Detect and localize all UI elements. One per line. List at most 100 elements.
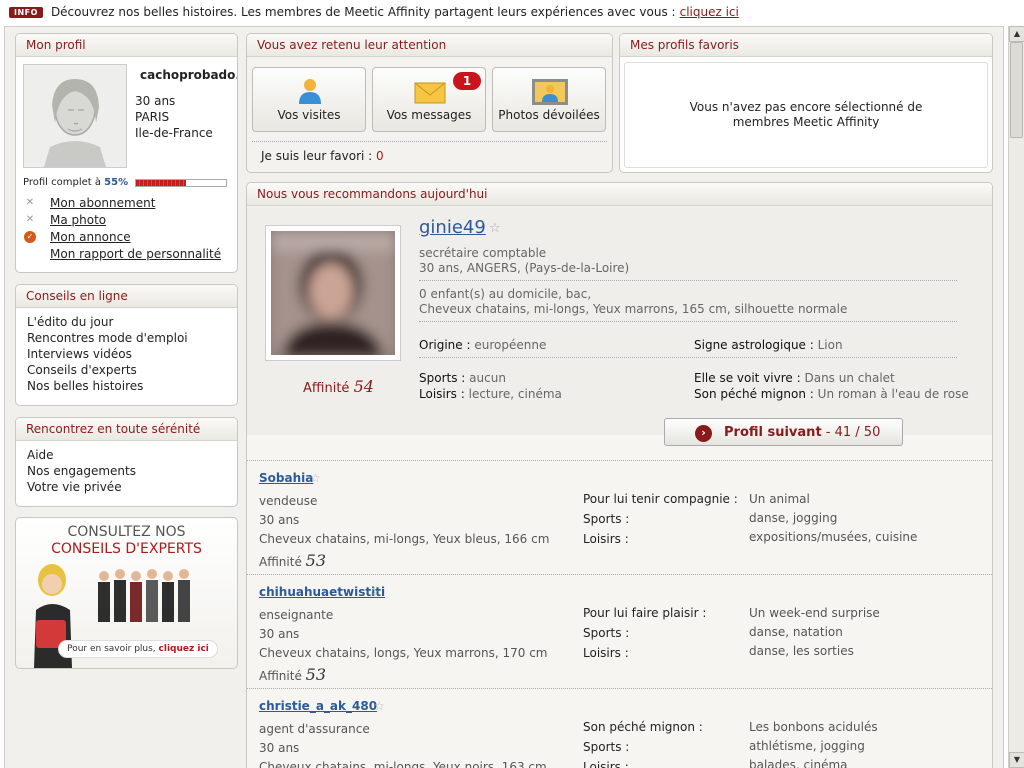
profile-link-row[interactable]: ✕ Mon abonnement xyxy=(24,194,224,211)
conseils-panel-title: Conseils en ligne xyxy=(16,285,237,308)
featured-photo[interactable] xyxy=(265,225,401,361)
list-item-key: Pour lui faire plaisir : xyxy=(583,606,707,620)
featured-origine: Origine : européenne xyxy=(419,338,547,352)
profile-age: 30 ans xyxy=(135,94,176,108)
featured-affinity-label: Affinité xyxy=(303,381,350,396)
favori-value: 0 xyxy=(376,149,384,163)
photos-tile[interactable]: Photos dévoilées xyxy=(492,67,606,132)
list-item-key: Loisirs : xyxy=(583,532,629,546)
featured-vivre: Elle se voit vivre : Dans un chalet xyxy=(694,371,895,385)
promo-cta-link[interactable]: cliquez ici xyxy=(159,644,209,654)
profile-link[interactable]: Ma photo xyxy=(50,213,106,227)
scroll-up-icon[interactable]: ▲ xyxy=(1009,26,1024,42)
next-profile-button[interactable]: › Profil suivant - 41 / 50 xyxy=(664,418,903,446)
scroll-thumb[interactable] xyxy=(1010,42,1023,138)
favoris-empty-text: Vous n'avez pas encore sélectionné de me… xyxy=(689,100,923,129)
list-item-job: enseignante xyxy=(259,608,334,622)
list-item-value: athlétisme, jogging xyxy=(749,739,865,753)
favorite-star-icon[interactable]: ☆ xyxy=(310,471,321,485)
profile-city: PARIS xyxy=(135,110,170,124)
profile-link-row[interactable]: ✕ Ma photo xyxy=(24,211,224,228)
favori-count[interactable]: Je suis leur favori : 0 xyxy=(261,149,384,163)
info-badge: INFO xyxy=(9,6,43,18)
conseils-link[interactable]: Interviews vidéos xyxy=(27,346,188,362)
list-item-desc: Cheveux chatains, mi-longs, Yeux bleus, … xyxy=(259,532,550,546)
featured-affinity: Affinité 54 xyxy=(303,377,374,396)
promo-cta[interactable]: Pour en savoir plus, cliquez ici xyxy=(58,640,218,658)
list-item-job: vendeuse xyxy=(259,494,318,508)
visits-tile[interactable]: Vos visites xyxy=(252,67,366,132)
favori-label: Je suis leur favori : xyxy=(261,149,373,163)
info-text: Découvrez nos belles histoires. Les memb… xyxy=(50,5,676,19)
featured-name[interactable]: ginie49 xyxy=(419,217,486,238)
serenite-link[interactable]: Aide xyxy=(27,447,136,463)
profile-complete-value: 55% xyxy=(104,177,129,188)
list-item: chihuahuaetwistiti ☆ enseignante 30 ans … xyxy=(247,574,992,688)
cross-icon: ✕ xyxy=(25,214,35,225)
profile-progress-bar xyxy=(135,179,227,187)
list-item-value: Un week-end surprise xyxy=(749,606,880,620)
conseils-link[interactable]: Nos belles histoires xyxy=(27,378,188,394)
conseils-link[interactable]: Conseils d'experts xyxy=(27,362,188,378)
main-frame: Mon profil cachoprobado. 30 ans PARIS Il… xyxy=(4,26,1004,768)
list-item-key: Son péché mignon : xyxy=(583,720,703,734)
list-item-name[interactable]: chihuahuaetwistiti xyxy=(259,585,385,599)
featured-profile: Affinité 54 ginie49 ☆ secrétaire comptab… xyxy=(247,207,992,435)
profile-link[interactable]: Mon abonnement xyxy=(50,196,155,210)
photo-icon xyxy=(532,79,568,105)
favorite-star-icon[interactable]: ☆ xyxy=(368,585,379,599)
info-link[interactable]: cliquez ici xyxy=(680,5,739,19)
reco-panel-title: Nous vous recommandons aujourd'hui xyxy=(247,183,992,206)
reco-panel: Nous vous recommandons aujourd'hui Affin… xyxy=(246,182,993,768)
avatar[interactable] xyxy=(23,64,127,168)
check-icon: ✓ xyxy=(24,230,36,243)
list-item-key: Sports : xyxy=(583,626,630,640)
profile-link[interactable]: Mon annonce xyxy=(50,230,131,244)
featured-affinity-value: 54 xyxy=(353,377,374,396)
conseils-link[interactable]: Rencontres mode d'emploi xyxy=(27,330,188,346)
favorite-star-icon[interactable]: ☆ xyxy=(489,221,501,236)
profile-complete: Profil complet à 55% xyxy=(23,177,128,188)
list-item-desc: Cheveux chatains, mi-longs, Yeux noirs, … xyxy=(259,760,547,768)
promo-banner[interactable]: CONSULTEZ NOS CONSEILS D'EXPERTS Pour en… xyxy=(15,517,238,669)
list-item-value: expositions/musées, cuisine xyxy=(749,530,918,544)
list-item-affinity: Affinité 53 xyxy=(259,551,327,570)
featured-line1: 0 enfant(s) au domicile, bac, xyxy=(419,287,592,301)
list-item-name[interactable]: Sobahia xyxy=(259,471,313,485)
messages-count-badge: 1 xyxy=(453,72,481,90)
favorite-star-icon[interactable]: ☆ xyxy=(374,699,385,713)
scroll-down-icon[interactable]: ▼ xyxy=(1009,752,1024,768)
favoris-box: Vous n'avez pas encore sélectionné de me… xyxy=(624,62,988,168)
serenite-link[interactable]: Votre vie privée xyxy=(27,479,136,495)
list-item-key: Loisirs : xyxy=(583,646,629,660)
list-item-age: 30 ans xyxy=(259,627,300,641)
vertical-scrollbar[interactable]: ▲ ▼ xyxy=(1008,26,1024,768)
profile-link-row[interactable]: ✓ Mon annonce xyxy=(24,228,224,245)
profile-link[interactable]: Mon rapport de personnalité xyxy=(50,247,221,261)
messages-tile[interactable]: 1 Vos messages xyxy=(372,67,486,132)
list-item-value: danse, les sorties xyxy=(749,644,854,658)
featured-line2: Cheveux chatains, mi-longs, Yeux marrons… xyxy=(419,302,848,316)
list-item-affinity: Affinité 53 xyxy=(259,665,327,684)
featured-sports: Sports : aucun xyxy=(419,371,506,385)
attention-panel-title: Vous avez retenu leur attention xyxy=(247,34,612,57)
next-profile-count: - 41 / 50 xyxy=(825,424,881,440)
profile-link-row[interactable]: Mon rapport de personnalité xyxy=(24,245,224,262)
person-icon xyxy=(299,79,321,104)
cross-icon: ✕ xyxy=(25,197,35,208)
attention-panel: Vous avez retenu leur attention Vos visi… xyxy=(246,33,613,173)
messages-label: Vos messages xyxy=(386,108,472,122)
profile-panel-title: Mon profil xyxy=(16,34,237,57)
list-item: christie_a_ak_480 ☆ agent d'assurance 30… xyxy=(247,688,992,768)
promo-line1: CONSULTEZ NOS xyxy=(67,524,186,540)
favori-separator xyxy=(252,141,607,142)
conseils-link[interactable]: L'édito du jour xyxy=(27,314,188,330)
profile-username[interactable]: cachoprobado. xyxy=(140,68,237,82)
serenite-link[interactable]: Nos engagements xyxy=(27,463,136,479)
info-bar: INFO Découvrez nos belles histoires. Les… xyxy=(0,0,1008,24)
promo-cta-text: Pour en savoir plus, xyxy=(67,644,156,654)
list-item-key: Pour lui tenir compagnie : xyxy=(583,492,738,506)
list-item-key: Loisirs : xyxy=(583,760,629,768)
list-item-name[interactable]: christie_a_ak_480 xyxy=(259,699,377,713)
list-item-age: 30 ans xyxy=(259,741,300,755)
